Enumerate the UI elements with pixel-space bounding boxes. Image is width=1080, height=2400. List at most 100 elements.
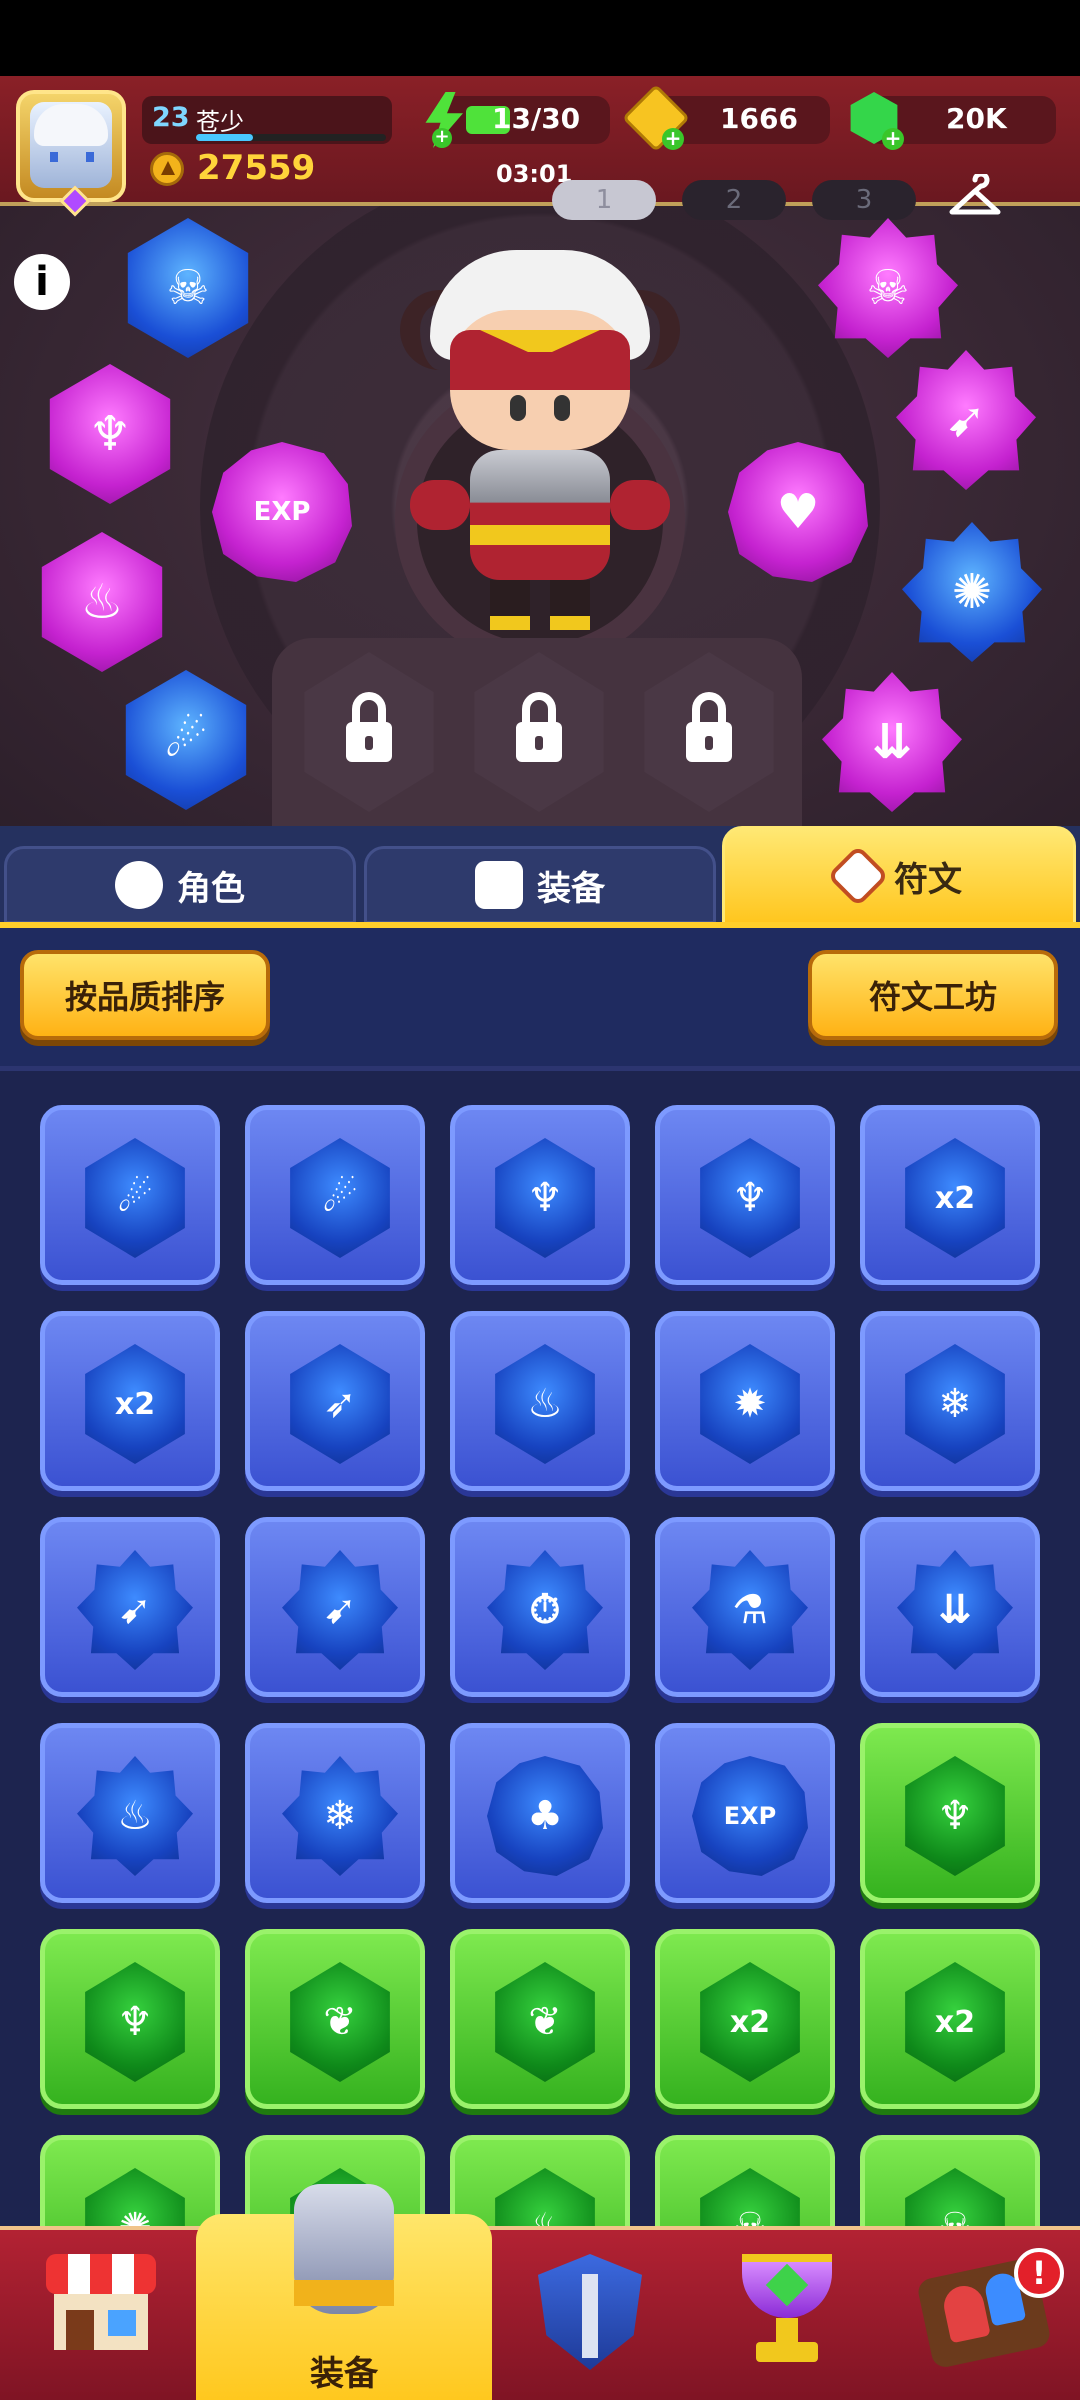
dragon-icon: ♆ — [495, 1138, 595, 1258]
fire-circle-icon: ♨ — [77, 1756, 193, 1876]
lock-keyhole — [705, 736, 713, 750]
nav-equipment-label: 装备 — [310, 2354, 378, 2394]
rune-item[interactable]: ❄ — [245, 1723, 425, 1903]
rune-glyph-icon: ☠ — [905, 2168, 1005, 2226]
potion-arrow-icon: ⚗ — [692, 1550, 808, 1670]
preset-tab-3[interactable]: 3 — [812, 180, 916, 220]
rune-item[interactable]: ➹ — [245, 1517, 425, 1697]
rune-item[interactable]: ♨ — [40, 1723, 220, 1903]
preset-tab-1[interactable]: 1 — [552, 180, 656, 220]
flame-icon: ♨ — [495, 1344, 595, 1464]
rune-item[interactable]: ♆ — [860, 1723, 1040, 1903]
hanger-icon[interactable] — [948, 174, 1002, 220]
hero-character[interactable] — [390, 250, 690, 640]
rune-item[interactable]: x2 — [860, 1105, 1040, 1285]
rune-item[interactable]: EXP — [655, 1723, 835, 1903]
rune-item[interactable]: ✹ — [655, 1311, 835, 1491]
frost-icon: ❄ — [282, 1756, 398, 1876]
player-name: 苍少 — [196, 108, 244, 136]
arrows-down-icon: ⇊ — [897, 1550, 1013, 1670]
hero-arm-left — [410, 480, 470, 530]
tab-runes-label: 符文 — [894, 859, 962, 900]
rune-item[interactable]: ☄ — [40, 1105, 220, 1285]
rune-item[interactable]: ♣ — [450, 1723, 630, 1903]
shop-awning — [46, 2254, 156, 2294]
feather-icon: ❦ — [290, 1962, 390, 2082]
rune-tab-icon — [826, 844, 890, 908]
rune-item[interactable]: ➶ — [245, 1311, 425, 1491]
hero-eye-left — [510, 395, 526, 421]
hero-leg-left — [490, 580, 530, 630]
power-icon — [150, 152, 184, 186]
rune-item[interactable]: ⇊ — [860, 1517, 1040, 1697]
dragon-icon: ♆ — [700, 1138, 800, 1258]
rune-workshop-button[interactable]: 符文工坊 — [808, 950, 1058, 1040]
avatar-hair — [34, 104, 108, 146]
lock-keyhole — [365, 736, 373, 750]
rune-item[interactable]: ❦ — [245, 1929, 425, 2109]
trophy-base — [756, 2342, 818, 2362]
shop-icon[interactable] — [46, 2254, 156, 2350]
clover-icon: ♣ — [487, 1756, 603, 1876]
saw-x2-icon: x2 — [905, 1962, 1005, 2082]
rune-item[interactable]: ☠ — [655, 2135, 835, 2226]
bow-icon: ➶ — [290, 1344, 390, 1464]
rune-item[interactable]: x2 — [655, 1929, 835, 2109]
flame-icon: ♨ — [495, 2168, 595, 2226]
info-button[interactable]: i — [14, 254, 70, 310]
tab-runes[interactable]: 符文 — [722, 826, 1076, 926]
xp-bar-fill — [196, 134, 253, 141]
armor-icon — [286, 2184, 402, 2334]
helmet-icon — [475, 861, 523, 909]
lock-keyhole — [535, 736, 543, 750]
rune-item[interactable]: ⚗ — [655, 1517, 835, 1697]
rune-item[interactable]: ☠ — [860, 2135, 1040, 2226]
burn-icon: ✹ — [700, 1344, 800, 1464]
trophy-stem — [776, 2318, 798, 2342]
gold-plus-button[interactable]: + — [662, 128, 684, 150]
dash-icon: ➹ — [282, 1550, 398, 1670]
shield-icon[interactable] — [538, 2254, 642, 2370]
rune-item[interactable]: ♨ — [450, 1311, 630, 1491]
hero-leg-right — [550, 580, 590, 630]
hero-eye-right — [554, 395, 570, 421]
rune-item[interactable]: ☄ — [245, 1105, 425, 1285]
rune-item[interactable]: ♆ — [40, 1929, 220, 2109]
trophy-icon[interactable] — [732, 2254, 842, 2364]
energy-plus-button[interactable]: + — [432, 128, 452, 148]
character-icon — [115, 861, 163, 909]
player-avatar[interactable] — [16, 90, 126, 217]
comet-icon: ☄ — [290, 1138, 390, 1258]
tab-character[interactable]: 角色 — [4, 846, 356, 924]
rune-item[interactable]: x2 — [40, 1311, 220, 1491]
rune-item[interactable]: ♨ — [450, 2135, 630, 2226]
saw-x2-glyph: x2 — [934, 1180, 976, 1216]
rune-item[interactable]: ⏱ — [450, 1517, 630, 1697]
feather-icon: ❦ — [495, 1962, 595, 2082]
timer-arrow-icon: ⏱ — [487, 1550, 603, 1670]
rune-item[interactable]: ✺ — [40, 2135, 220, 2226]
rune-item[interactable]: x2 — [860, 1929, 1040, 2109]
rune-item[interactable]: ♆ — [450, 1105, 630, 1285]
exp-icon: EXP — [692, 1756, 808, 1876]
comet-icon: ☄ — [85, 1138, 185, 1258]
gems-plus-button[interactable]: + — [882, 128, 904, 150]
status-bar — [0, 0, 1080, 76]
sort-by-quality-button[interactable]: 按品质排序 — [20, 950, 270, 1040]
game-piece-red — [940, 2282, 991, 2344]
sword-icon — [582, 2274, 598, 2358]
rune-item[interactable]: ♆ — [655, 1105, 835, 1285]
player-level: 23 — [152, 102, 190, 133]
rune-item[interactable]: ➹ — [40, 1517, 220, 1697]
rune-glyph-icon: ☠ — [700, 2168, 800, 2226]
saw-x2-icon: x2 — [85, 1344, 185, 1464]
rune-item[interactable]: ❄ — [860, 1311, 1040, 1491]
saw-icon: ✺ — [85, 2168, 185, 2226]
hero-belt — [470, 525, 610, 545]
saw-x2-icon: x2 — [700, 1962, 800, 2082]
tab-equipment[interactable]: 装备 — [364, 846, 716, 924]
rune-item[interactable]: ❦ — [450, 1929, 630, 2109]
preset-tab-2[interactable]: 2 — [682, 180, 786, 220]
dragon-icon: ♆ — [85, 1962, 185, 2082]
saw-x2-glyph: x2 — [729, 2004, 771, 2040]
